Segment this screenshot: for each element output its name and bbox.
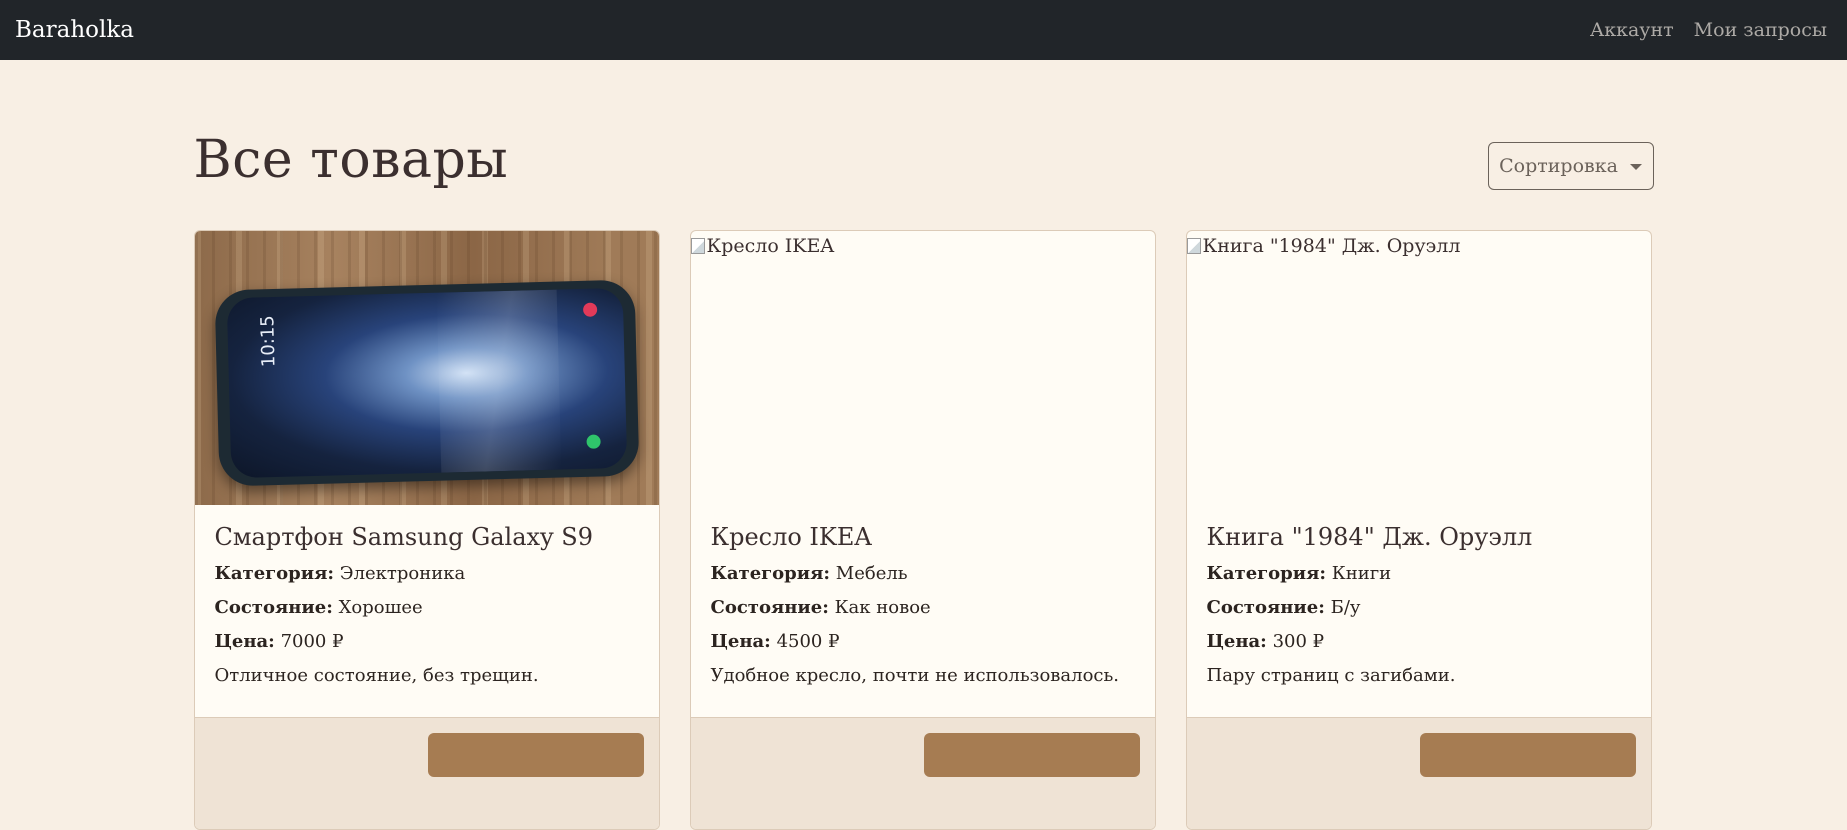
category-value: Книги xyxy=(1331,563,1392,584)
nav-links: Аккаунт Мои запросы xyxy=(1590,19,1827,41)
condition-label: Состояние: xyxy=(214,597,333,618)
price-label: Цена: xyxy=(710,631,771,652)
product-category: Категория: Книги xyxy=(1207,563,1631,584)
camera-icon xyxy=(582,302,597,317)
price-label: Цена: xyxy=(214,631,275,652)
sort-dropdown-button[interactable]: Сортировка xyxy=(1487,142,1654,190)
price-value: 300 ₽ xyxy=(1272,631,1325,652)
product-list: 10:15 Смартфон Samsung Galaxy S9 Категор… xyxy=(193,230,1652,830)
product-price: Цена: 7000 ₽ xyxy=(215,631,639,652)
card-body: Смартфон Samsung Galaxy S9 Категория: Эл… xyxy=(195,505,659,686)
product-card: 10:15 Смартфон Samsung Galaxy S9 Категор… xyxy=(193,230,660,830)
nav-link-my-requests[interactable]: Мои запросы xyxy=(1694,19,1827,41)
condition-label: Состояние: xyxy=(710,597,829,618)
product-condition: Состояние: Как новое xyxy=(711,597,1135,618)
broken-image-icon xyxy=(1186,238,1201,254)
condition-value: Б/у xyxy=(1330,597,1361,618)
condition-label: Состояние: xyxy=(1206,597,1325,618)
product-price: Цена: 4500 ₽ xyxy=(711,631,1135,652)
broken-image-icon xyxy=(690,238,705,254)
screen-shine xyxy=(436,289,561,473)
product-title[interactable]: Книга "1984" Дж. Оруэлл xyxy=(1207,523,1631,551)
price-value: 7000 ₽ xyxy=(280,631,344,652)
image-alt-text: Книга "1984" Дж. Оруэлл xyxy=(1186,235,1461,257)
price-value: 4500 ₽ xyxy=(776,631,840,652)
phone-clock-text: 10:15 xyxy=(256,314,280,368)
phone-call-icon xyxy=(585,434,601,449)
category-value: Мебель xyxy=(835,563,908,584)
card-body: Книга "1984" Дж. Оруэлл Категория: Книги… xyxy=(1187,505,1651,686)
card-footer xyxy=(194,717,659,829)
image-alt-label: Книга "1984" Дж. Оруэлл xyxy=(1202,235,1461,257)
phone-screen: 10:15 xyxy=(226,287,627,479)
condition-value: Как новое xyxy=(834,597,931,618)
card-action-button[interactable] xyxy=(427,733,644,777)
card-action-button[interactable] xyxy=(1419,733,1636,777)
brand-link[interactable]: Baraholka xyxy=(15,17,134,43)
phone-illustration: 10:15 xyxy=(214,279,639,487)
nav-link-account[interactable]: Аккаунт xyxy=(1590,19,1674,41)
card-action-button[interactable] xyxy=(923,733,1140,777)
product-card: Книга "1984" Дж. Оруэлл Книга "1984" Дж.… xyxy=(1185,230,1652,830)
price-label: Цена: xyxy=(1206,631,1267,652)
product-description: Отличное состояние, без трещин. xyxy=(214,665,539,686)
product-image[interactable]: 10:15 xyxy=(194,231,659,505)
product-image[interactable]: Кресло IKEA xyxy=(690,231,1155,505)
image-alt-text: Кресло IKEA xyxy=(690,235,835,257)
product-title[interactable]: Смартфон Samsung Galaxy S9 xyxy=(215,523,639,551)
product-description: Пару страниц с загибами. xyxy=(1206,665,1456,686)
product-category: Категория: Электроника xyxy=(215,563,639,584)
product-condition: Состояние: Хорошее xyxy=(215,597,639,618)
product-description: Удобное кресло, почти не использовалось. xyxy=(710,665,1120,686)
product-category: Категория: Мебель xyxy=(711,563,1135,584)
card-body: Кресло IKEA Категория: Мебель Состояние:… xyxy=(691,505,1155,686)
category-label: Категория: xyxy=(710,563,831,584)
product-price: Цена: 300 ₽ xyxy=(1207,631,1631,652)
navbar: Baraholka Аккаунт Мои запросы xyxy=(0,0,1847,60)
card-footer xyxy=(690,717,1155,829)
category-label: Категория: xyxy=(214,563,335,584)
card-footer xyxy=(1186,717,1651,829)
image-alt-label: Кресло IKEA xyxy=(706,235,835,257)
category-label: Категория: xyxy=(1206,563,1327,584)
product-image[interactable]: Книга "1984" Дж. Оруэлл xyxy=(1186,231,1651,505)
category-value: Электроника xyxy=(339,563,466,584)
page-title: Все товары xyxy=(193,130,509,190)
product-title[interactable]: Кресло IKEA xyxy=(711,523,1135,551)
product-condition: Состояние: Б/у xyxy=(1207,597,1631,618)
condition-value: Хорошее xyxy=(338,597,423,618)
caret-down-icon xyxy=(1629,164,1642,170)
sort-label: Сортировка xyxy=(1499,155,1618,177)
product-card: Кресло IKEA Кресло IKEA Категория: Мебел… xyxy=(689,230,1156,830)
